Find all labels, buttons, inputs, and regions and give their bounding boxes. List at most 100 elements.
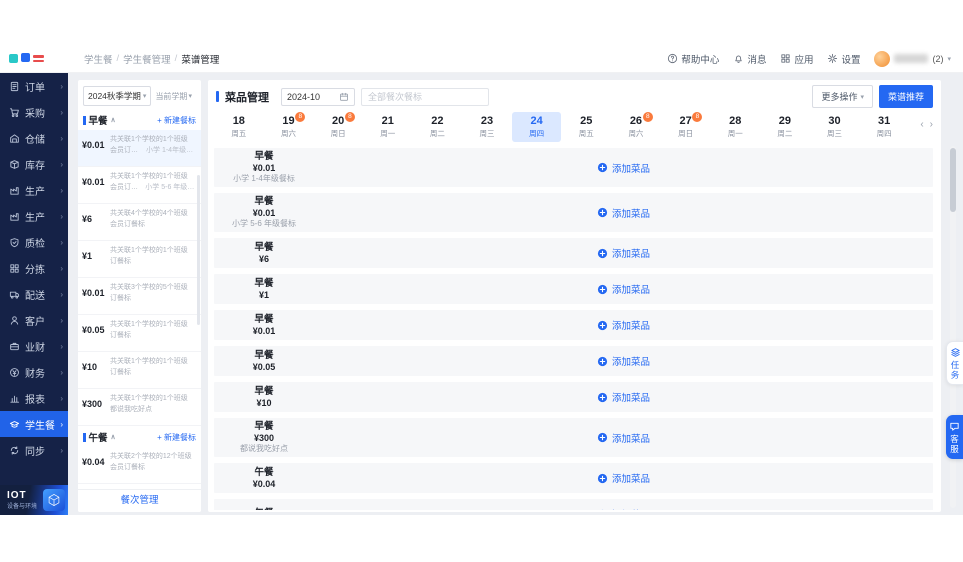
sidebar-item-采购[interactable]: 采购 › bbox=[0, 99, 68, 125]
coin-icon bbox=[9, 367, 20, 378]
meal-standard-item[interactable]: ¥0.04 共关联2个学校的12个班级 会员订餐标 bbox=[78, 447, 201, 484]
dish-row-meal: 午餐 ¥0.04 bbox=[214, 463, 314, 493]
add-dish-button[interactable]: 添加菜品 bbox=[314, 274, 933, 304]
date-day: 29 bbox=[778, 114, 791, 127]
dish-row: 早餐 ¥1 添加菜品 bbox=[214, 274, 933, 305]
prev-dates-button[interactable]: ‹ bbox=[920, 119, 923, 130]
meal-standard-item[interactable]: ¥6 共关联4个学校的4个班级 会员订餐标 bbox=[78, 204, 201, 241]
meal-standard-item[interactable]: ¥0.01 共关联3个学校的5个班级 订餐标 bbox=[78, 278, 201, 315]
date-cell-31[interactable]: 31 周四 bbox=[859, 112, 909, 142]
top-header: 学生餐 / 学生餐管理 / 菜谱管理 帮助中心 消息 应用 设置 (2) ▾ bbox=[0, 45, 963, 73]
new-standard-link[interactable]: + 新建餐标 bbox=[157, 432, 196, 443]
add-dish-button[interactable]: 添加菜品 bbox=[314, 346, 933, 376]
recommend-button[interactable]: 菜谱推荐 bbox=[878, 85, 933, 108]
sidebar-item-客户[interactable]: 客户 › bbox=[0, 307, 68, 333]
task-tab[interactable]: 任务 bbox=[946, 341, 963, 386]
date-cell-20[interactable]: 8 20 周日 bbox=[313, 112, 363, 142]
sidebar-item-质检[interactable]: 质检 › bbox=[0, 229, 68, 255]
more-actions-button[interactable]: 更多操作 ▾ bbox=[812, 85, 873, 108]
date-cell-30[interactable]: 30 周三 bbox=[810, 112, 860, 142]
date-cell-25[interactable]: 25 周五 bbox=[561, 112, 611, 142]
meal-section-header[interactable]: 午餐 ∧ + 新建餐标 bbox=[78, 426, 201, 447]
date-cell-29[interactable]: 29 周二 bbox=[760, 112, 810, 142]
sidebar-item-学生餐[interactable]: 学生餐 › bbox=[0, 411, 68, 437]
meal-standard-item[interactable]: ¥10 共关联1个学校的1个班级 订餐标 bbox=[78, 352, 201, 389]
meal-filter-input[interactable] bbox=[361, 87, 489, 106]
term-select[interactable]: 2024秋季学期 ▾ bbox=[83, 86, 152, 106]
date-cell-23[interactable]: 23 周三 bbox=[462, 112, 512, 142]
meal-standard-item[interactable]: ¥0.01 共关联1个学校的1个班级 会员订餐标 小学 5-6 年级餐标 bbox=[78, 167, 201, 204]
meal-standard-item[interactable]: ¥0.05 共关联1个学校的1个班级 订餐标 bbox=[78, 315, 201, 352]
date-cell-18[interactable]: 18 周五 bbox=[214, 112, 264, 142]
date-weekday: 周一 bbox=[727, 129, 743, 139]
date-cell-21[interactable]: 21 周一 bbox=[363, 112, 413, 142]
sidebar-item-生产[interactable]: 生产 › bbox=[0, 203, 68, 229]
support-tab[interactable]: 客服 bbox=[946, 415, 963, 460]
dish-row-note: 都说我吃好点 bbox=[240, 444, 288, 454]
next-dates-button[interactable]: › bbox=[930, 119, 933, 130]
sidebar-item-库存[interactable]: 库存 › bbox=[0, 151, 68, 177]
sidebar-item-配送[interactable]: 配送 › bbox=[0, 281, 68, 307]
dish-row-meal: 早餐 ¥1 bbox=[214, 274, 314, 304]
term-filter[interactable]: 当前学期 ▾ bbox=[155, 91, 192, 102]
header-action-2[interactable]: 消息 bbox=[733, 52, 766, 66]
sidebar-item-订单[interactable]: 订单 › bbox=[0, 73, 68, 99]
dish-panel: 菜品管理 2024-10 更多操作 ▾ 菜谱推荐 18 周五 8 bbox=[208, 80, 941, 512]
sidebar-item-报表[interactable]: 报表 › bbox=[0, 385, 68, 411]
add-dish-button[interactable]: 添加菜品 bbox=[314, 418, 933, 457]
date-cell-24[interactable]: 24 周四 bbox=[511, 112, 562, 142]
section-accent-bar bbox=[83, 115, 86, 125]
header-action-3[interactable]: 应用 bbox=[780, 52, 813, 66]
header-action-4[interactable]: 设置 bbox=[827, 52, 860, 66]
new-standard-link[interactable]: + 新建餐标 bbox=[157, 115, 196, 126]
box-icon bbox=[9, 159, 20, 170]
meal-section-header[interactable]: 早餐 ∧ + 新建餐标 bbox=[78, 109, 201, 130]
date-cell-26[interactable]: 8 26 周六 bbox=[611, 112, 661, 142]
dish-row: 午餐 添加菜品 bbox=[214, 499, 933, 510]
add-dish-button[interactable]: 添加菜品 bbox=[314, 238, 933, 268]
sidebar-item-同步[interactable]: 同步 › bbox=[0, 437, 68, 463]
plus-circle-icon bbox=[597, 432, 608, 443]
chat-icon bbox=[949, 421, 960, 432]
header-action-1[interactable]: 帮助中心 bbox=[667, 52, 719, 66]
date-badge: 8 bbox=[344, 112, 355, 122]
sidebar-item-财务[interactable]: 财务 › bbox=[0, 359, 68, 385]
date-pager: ‹ › bbox=[920, 119, 933, 130]
date-day: 27 bbox=[679, 114, 692, 127]
meal-standard-item[interactable]: ¥300 共关联1个学校的1个班级 都说我吃好点 bbox=[78, 389, 201, 426]
add-dish-button[interactable]: 添加菜品 bbox=[314, 499, 933, 510]
user-menu[interactable]: (2) ▾ bbox=[874, 50, 951, 67]
breadcrumb-item-2[interactable]: 学生餐管理 bbox=[123, 52, 171, 66]
meal-manage-button[interactable]: 餐次管理 bbox=[78, 489, 201, 512]
date-cell-27[interactable]: 8 27 周日 bbox=[661, 112, 711, 142]
add-dish-button[interactable]: 添加菜品 bbox=[314, 463, 933, 493]
date-cell-19[interactable]: 8 19 周六 bbox=[264, 112, 314, 142]
dish-row: 早餐 ¥300 都说我吃好点 添加菜品 bbox=[214, 418, 933, 458]
factory-icon bbox=[9, 211, 20, 222]
scrollbar-thumb[interactable] bbox=[950, 148, 956, 212]
sidebar-item-业财[interactable]: 业财 › bbox=[0, 333, 68, 359]
dish-row-meal: 早餐 ¥0.01 bbox=[214, 310, 314, 340]
add-dish-button[interactable]: 添加菜品 bbox=[314, 310, 933, 340]
meal-standard-item[interactable]: ¥1 共关联1个学校的1个班级 订餐标 bbox=[78, 241, 201, 278]
month-picker[interactable]: 2024-10 bbox=[281, 87, 355, 106]
dish-panel-header: 菜品管理 2024-10 更多操作 ▾ 菜谱推荐 bbox=[208, 80, 941, 110]
date-cell-28[interactable]: 28 周一 bbox=[710, 112, 760, 142]
breadcrumb-item-1[interactable]: 学生餐 bbox=[84, 52, 113, 66]
plus-circle-icon bbox=[597, 473, 608, 484]
dish-row: 早餐 ¥10 添加菜品 bbox=[214, 382, 933, 413]
sidebar-item-仓储[interactable]: 仓储 › bbox=[0, 125, 68, 151]
add-dish-button[interactable]: 添加菜品 bbox=[314, 148, 933, 187]
left-list-scrollbar[interactable] bbox=[197, 175, 200, 325]
date-cell-22[interactable]: 22 周二 bbox=[413, 112, 463, 142]
meal-standard-item[interactable]: ¥0.01 共关联1个学校的1个班级 会员订餐标 小学 1-4年级餐标 bbox=[78, 130, 201, 167]
dish-row-meal: 早餐 ¥0.05 bbox=[214, 346, 314, 376]
dish-row-meal: 早餐 ¥6 bbox=[214, 238, 314, 268]
plus-circle-icon bbox=[597, 248, 608, 259]
collapse-icon[interactable]: ∧ bbox=[111, 116, 116, 124]
collapse-icon[interactable]: ∧ bbox=[111, 433, 116, 441]
sidebar-item-生产[interactable]: 生产 › bbox=[0, 177, 68, 203]
add-dish-button[interactable]: 添加菜品 bbox=[314, 193, 933, 232]
add-dish-button[interactable]: 添加菜品 bbox=[314, 382, 933, 412]
sidebar-item-分拣[interactable]: 分拣 › bbox=[0, 255, 68, 281]
